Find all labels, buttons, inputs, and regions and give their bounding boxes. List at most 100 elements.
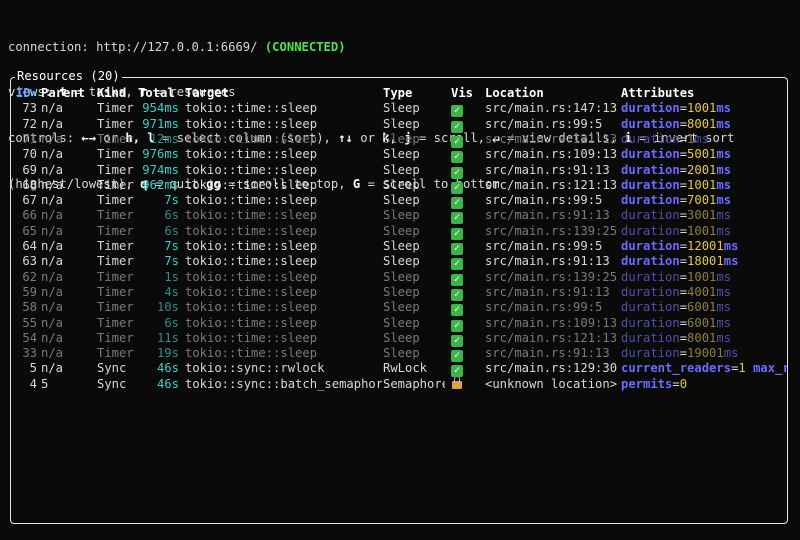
cell-target: tokio::time::sleep — [185, 346, 318, 361]
cell-attributes: duration=19001ms — [621, 346, 787, 361]
attribute-key: permits — [621, 376, 673, 391]
attribute-value: 12001 — [687, 239, 724, 253]
attribute-key: current_readers — [621, 361, 732, 376]
cell-id: 63 — [22, 254, 37, 269]
checkmark-icon: ✓ — [451, 212, 463, 225]
attribute-unit: ms — [716, 116, 732, 131]
checkmark-icon: ✓ — [451, 350, 463, 363]
column-vis-header[interactable]: Vis — [451, 86, 481, 101]
column-total-header[interactable]: Total — [138, 86, 179, 101]
total-value: 974 — [142, 162, 165, 177]
column-location-header[interactable]: Location — [485, 86, 617, 101]
table-row[interactable]: 65 n/a Timer 6s tokio::time::sleep Sleep ✓ src/… — [11, 223, 787, 240]
column-type-header[interactable]: Type — [383, 86, 445, 101]
cell-id: 73 — [22, 101, 37, 116]
cell-target: tokio::time::sleep — [185, 177, 318, 192]
cell-location: src/main.rs:99:5 — [485, 193, 603, 208]
cell-vis: ✓ — [451, 132, 481, 148]
column-id-header[interactable]: ID▾ — [16, 86, 37, 101]
cell-location: src/main.rs:147:13 — [485, 101, 617, 116]
cell-kind: Timer — [97, 284, 134, 299]
cell-parent: n/a — [41, 177, 64, 192]
attribute-key: duration — [621, 315, 680, 330]
total-unit: s — [171, 284, 179, 299]
cell-vis — [451, 376, 481, 392]
attribute-eq: = — [679, 315, 688, 330]
column-kind-header[interactable]: Kind — [97, 86, 137, 101]
column-parent-header[interactable]: Parent — [41, 86, 95, 101]
table-row[interactable]: 59 n/a Timer 4s tokio::time::sleep Sleep ✓ src/… — [11, 284, 787, 301]
cell-kind: Timer — [97, 131, 134, 146]
total-unit: s — [171, 346, 179, 361]
checkmark-icon: ✓ — [451, 181, 463, 194]
table-row[interactable]: 68 n/a Timer 962ms tokio::time::sleep Sleep ✓ s… — [11, 177, 787, 194]
table-row[interactable]: 63 n/a Timer 7s tokio::time::sleep Sleep ✓ src/… — [11, 254, 787, 271]
total-unit: s — [171, 239, 179, 253]
cell-attributes: duration=5001ms — [621, 147, 787, 162]
checkmark-icon: ✓ — [451, 365, 463, 378]
cell-parent: n/a — [41, 315, 64, 330]
cell-vis: ✓ — [451, 300, 481, 317]
table-row[interactable]: 70 n/a Timer 976ms tokio::time::sleep Sleep ✓ s… — [11, 147, 787, 164]
cell-id: 33 — [22, 346, 37, 361]
cell-location: src/main.rs:121:13 — [485, 177, 617, 192]
attribute-unit: ms — [716, 177, 732, 192]
attribute-eq: = — [679, 284, 688, 299]
cell-parent: n/a — [41, 300, 64, 315]
attribute-key: duration — [621, 254, 680, 269]
cell-target: tokio::time::sleep — [185, 131, 318, 146]
attribute-value: 7001 — [687, 193, 717, 208]
table-row[interactable]: 73 n/a Timer 954ms tokio::time::sleep Sleep ✓ s… — [11, 101, 787, 118]
cell-location: src/main.rs:109:13 — [485, 147, 617, 162]
cell-attributes: duration=1001ms — [621, 178, 787, 193]
checkmark-icon: ✓ — [451, 243, 463, 255]
table-row[interactable]: 69 n/a Timer 974ms tokio::time::sleep Sleep ✓ s… — [11, 162, 787, 179]
cell-id: 66 — [22, 208, 37, 223]
cell-vis: ✓ — [451, 270, 481, 286]
cell-total: 10s — [138, 300, 179, 315]
table-row[interactable]: 55 n/a Timer 6s tokio::time::sleep Sleep ✓ src/… — [11, 315, 787, 332]
table-row[interactable]: 64 n/a Timer 7s tokio::time::sleep Sleep ✓ src/… — [11, 239, 787, 255]
attribute-value: 2001 — [687, 162, 717, 177]
attribute-eq: = — [679, 131, 688, 146]
table-row[interactable]: 62 n/a Timer 1s tokio::time::sleep Sleep ✓ src/… — [11, 269, 787, 286]
cell-total: 7s — [138, 239, 179, 254]
cell-location: src/main.rs:99:5 — [485, 239, 603, 253]
total-value: 1 — [164, 269, 172, 284]
attribute-key: duration — [621, 346, 680, 361]
attribute-key: duration — [621, 147, 680, 162]
cell-kind: Timer — [97, 116, 134, 131]
cell-total: 12ms — [138, 132, 179, 147]
cell-type: Sleep — [383, 101, 420, 116]
table-row[interactable]: 58 n/a Timer 10s tokio::time::sleep Sleep ✓ src… — [11, 300, 787, 317]
attribute-eq: = — [679, 223, 688, 238]
table-row[interactable]: 67 n/a Timer 7s tokio::time::sleep Sleep ✓ src/… — [11, 193, 787, 210]
attribute-eq: = — [679, 116, 688, 131]
table-row[interactable]: 72 n/a Timer 971ms tokio::time::sleep Sleep ✓ s… — [11, 116, 787, 133]
attribute-eq: = — [679, 101, 688, 116]
panel-title: Resources (20) — [15, 69, 122, 85]
cell-type: RwLock — [383, 361, 428, 376]
cell-total: 962ms — [138, 178, 179, 193]
attribute-eq: = — [679, 346, 688, 361]
cell-parent: n/a — [41, 284, 64, 299]
table-row[interactable]: 33 n/a Timer 19s tokio::time::sleep Sleep ✓ src… — [11, 346, 787, 363]
cell-target: tokio::time::sleep — [185, 315, 318, 330]
table-row[interactable]: 5 n/a Sync 46s tokio::sync::rwlock RwLock ✓ src… — [11, 361, 787, 378]
table-row[interactable]: 71 n/a Timer 12ms tokio::time::sleep Sleep ✓ sr… — [11, 131, 787, 148]
attribute-value: 1001 — [687, 269, 717, 284]
attribute-key: duration — [621, 330, 680, 345]
resources-panel[interactable]: Resources (20) ID▾ Parent Kind Total Tar… — [10, 69, 788, 524]
table-row[interactable]: 66 n/a Timer 6s tokio::time::sleep Sleep ✓ src/… — [11, 208, 787, 225]
cell-id: 55 — [22, 315, 37, 330]
cell-attributes: duration=7001ms — [621, 193, 787, 208]
cell-attributes: duration=1001ms — [621, 101, 787, 116]
cell-id: 64 — [22, 239, 37, 253]
cell-id: 70 — [22, 147, 37, 162]
total-unit: s — [171, 330, 179, 345]
attribute-key: duration — [621, 177, 680, 192]
column-target-header[interactable]: Target — [185, 86, 382, 101]
table-row[interactable]: 4 5 Sync 46s tokio::sync::batch_semaphore Sem… — [11, 376, 787, 392]
column-attributes-header[interactable]: Attributes — [621, 86, 787, 101]
table-row[interactable]: 54 n/a Timer 11s tokio::time::sleep Sleep ✓ src… — [11, 330, 787, 347]
